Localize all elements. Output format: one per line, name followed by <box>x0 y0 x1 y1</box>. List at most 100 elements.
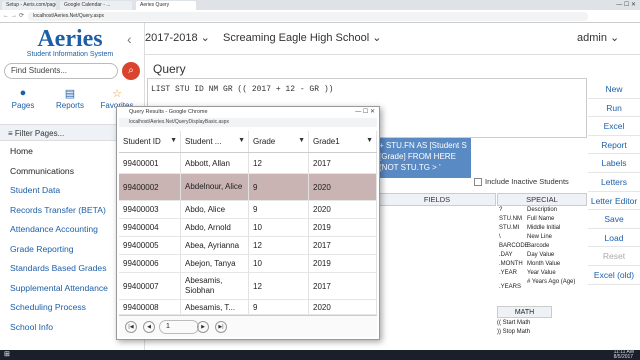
special-item[interactable]: .MONTH Month Value <box>497 260 587 269</box>
chevron-down-icon: ⌄ <box>610 32 620 44</box>
filter-icon[interactable]: ▼ <box>238 137 245 144</box>
letter-editor-button[interactable]: Letter Editor <box>588 192 640 211</box>
school-selector[interactable]: Screaming Eagle High School ⌄ <box>223 31 381 44</box>
table-row[interactable]: 99400008 Abesamis, T... 9 2020 <box>119 300 377 315</box>
cell-student-name: Abejon, Tanya <box>181 255 249 272</box>
chevron-down-icon: ⌄ <box>200 32 210 44</box>
window-controls[interactable]: — ☐ ✕ <box>616 1 636 8</box>
reset-button[interactable]: Reset <box>588 247 640 266</box>
cell-student-name: Abesamis, T... <box>181 300 249 314</box>
math-item[interactable]: )) Stop Math <box>497 328 530 337</box>
user-menu[interactable]: admin ⌄ <box>577 31 619 44</box>
url-field[interactable]: localhost/Aeries.Net/Query.aspx <box>28 12 588 21</box>
table-row[interactable]: 99400007 Abesamis, Siobhan 12 2017 <box>119 273 377 300</box>
special-item[interactable]: ? Description <box>497 206 587 215</box>
math-item[interactable]: (( Start Math <box>497 319 530 328</box>
column-header-student[interactable]: Student ... ▼ <box>181 131 249 152</box>
page-number-input[interactable]: 1 <box>159 320 199 334</box>
math-header: MATH <box>497 306 552 318</box>
table-row[interactable]: 99400004 Abdo, Arnold 10 2019 <box>119 219 377 237</box>
load-button[interactable]: Load <box>588 229 640 248</box>
popup-window-controls[interactable]: — ☐ ✕ <box>355 107 375 117</box>
popup-title: Query Results - Google Chrome <box>117 107 379 117</box>
special-item[interactable]: STU.NM Full Name <box>497 215 587 224</box>
special-desc: Day Value <box>527 252 555 258</box>
table-row-selected[interactable]: 99400002 Abdelnour, Alice 9 2020 <box>119 174 377 201</box>
special-key: .DAY <box>499 252 513 258</box>
report-button[interactable]: Report <box>588 136 640 155</box>
last-page-icon[interactable]: ▶| <box>215 321 227 333</box>
browser-tab-strip: Setup - Aeris.com/pages/... Google Calen… <box>0 0 640 10</box>
special-item[interactable]: .YEARS # Years Ago (Age) <box>497 278 587 296</box>
windows-start-icon[interactable]: ⊞ <box>4 351 12 359</box>
excel-old-button[interactable]: Excel (old) <box>588 266 640 285</box>
browser-tab[interactable]: Google Calendar - ... <box>60 1 132 10</box>
include-inactive-checkbox[interactable]: Include Inactive Students <box>474 177 569 187</box>
quick-pages[interactable]: ● Pages <box>3 87 43 110</box>
special-desc: Middle Initial <box>527 225 561 231</box>
cell-grade1: 2019 <box>309 255 377 272</box>
find-students-input[interactable]: Find Students... <box>4 63 118 79</box>
table-row[interactable]: 99400001 Abbott, Allan 12 2017 <box>119 153 377 174</box>
column-label: Student ID <box>123 137 161 146</box>
column-header-grade1[interactable]: Grade1 ▼ <box>309 131 377 152</box>
cell-student-name: Abesamis, Siobhan <box>181 273 249 299</box>
filter-icon[interactable]: ▼ <box>298 137 305 144</box>
special-item[interactable]: .DAY Day Value <box>497 251 587 260</box>
user-label: admin <box>577 32 607 44</box>
special-desc: Year Value <box>527 270 556 276</box>
cell-student-id: 99400003 <box>119 201 181 218</box>
cell-student-name: Abbott, Allan <box>181 153 249 173</box>
page-title: Query <box>153 62 186 76</box>
query-results-window: Query Results - Google Chrome — ☐ ✕ loca… <box>116 106 380 340</box>
checkbox-icon <box>474 178 482 187</box>
cell-student-name: Abdo, Arnold <box>181 219 249 236</box>
filter-icon[interactable]: ▼ <box>170 137 177 144</box>
prev-page-icon[interactable]: ◀ <box>143 321 155 333</box>
pages-icon: ● <box>19 87 27 99</box>
table-row[interactable]: 99400005 Abea, Ayrianna 12 2017 <box>119 237 377 255</box>
school-label: Screaming Eagle High School <box>223 32 370 44</box>
special-item[interactable]: BARCODE Barcode <box>497 242 587 251</box>
star-icon: ☆ <box>112 88 122 100</box>
cell-grade: 12 <box>249 237 309 254</box>
cell-student-id: 99400008 <box>119 300 181 314</box>
run-button[interactable]: Run <box>588 99 640 118</box>
quick-reports[interactable]: ▤ Reports <box>50 87 90 110</box>
browser-tab[interactable]: Setup - Aeris.com/pages/... <box>2 1 56 10</box>
excel-button[interactable]: Excel <box>588 117 640 136</box>
nav-arrows-icon[interactable]: ←→⟳ <box>3 12 26 19</box>
filter-icon[interactable]: ▼ <box>366 137 373 144</box>
special-key: .YEAR <box>499 270 518 276</box>
grid-pager: |◀ ◀ 1 ▶ ▶| <box>119 315 377 337</box>
labels-button[interactable]: Labels <box>588 154 640 173</box>
first-page-icon[interactable]: |◀ <box>125 321 137 333</box>
cell-student-id: 99400006 <box>119 255 181 272</box>
special-key: BARCODE <box>499 243 529 249</box>
column-header-grade[interactable]: Grade ▼ <box>249 131 309 152</box>
save-button[interactable]: Save <box>588 210 640 229</box>
new-button[interactable]: New <box>588 80 640 99</box>
fields-header: FIELDS <box>378 193 496 206</box>
column-header-student-id[interactable]: Student ID ▼ <box>119 131 181 152</box>
cell-grade1: 2020 <box>309 174 377 200</box>
table-row[interactable]: 99400003 Abdo, Alice 9 2020 <box>119 201 377 219</box>
aeries-logo[interactable]: Aeries Student Information System <box>25 27 115 58</box>
cell-student-id: 99400004 <box>119 219 181 236</box>
special-item[interactable]: .YEAR Year Value <box>497 269 587 278</box>
column-label: Grade <box>253 137 276 146</box>
search-icon[interactable]: ⌕ <box>122 62 140 80</box>
special-item[interactable]: \ New Line <box>497 233 587 242</box>
cell-grade: 12 <box>249 273 309 299</box>
special-item[interactable]: STU.MI Middle Initial <box>497 224 587 233</box>
next-page-icon[interactable]: ▶ <box>197 321 209 333</box>
quick-reports-label: Reports <box>55 101 84 110</box>
cell-grade: 12 <box>249 153 309 173</box>
reports-icon: ▤ <box>64 88 76 100</box>
special-key: \ <box>499 234 501 240</box>
year-selector[interactable]: 2017-2018 ⌄ <box>145 31 210 44</box>
browser-tab-active[interactable]: Aeries Query <box>136 1 196 10</box>
table-row[interactable]: 99400006 Abejon, Tanya 10 2019 <box>119 255 377 273</box>
collapse-sidebar-icon[interactable]: ‹ <box>127 31 132 47</box>
letters-button[interactable]: Letters <box>588 173 640 192</box>
